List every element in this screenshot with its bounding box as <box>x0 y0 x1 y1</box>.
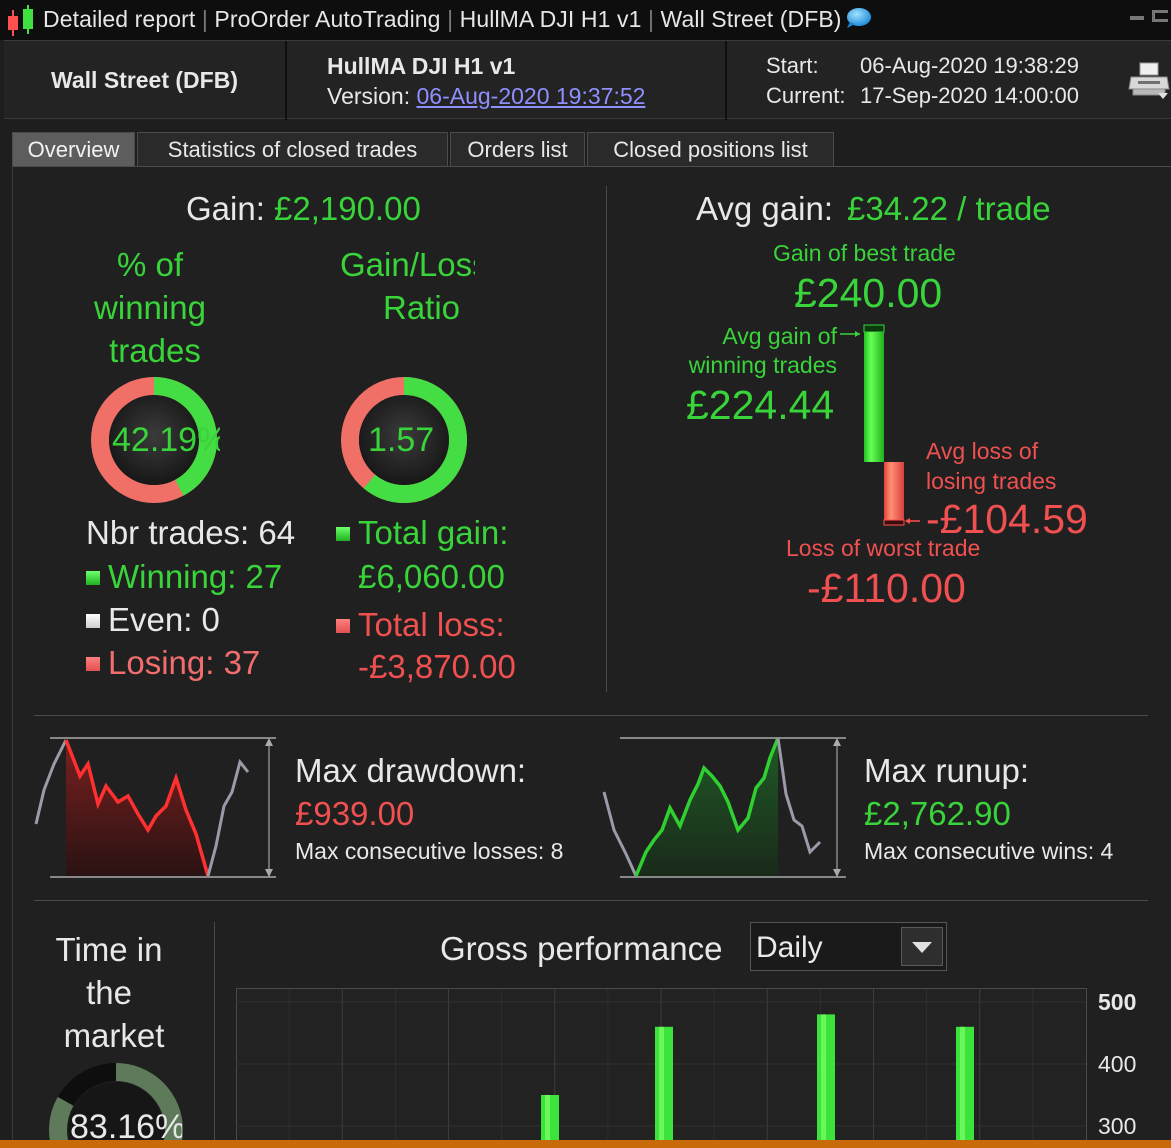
max-runup-label: Max runup: <box>864 752 1030 789</box>
legend-even-swatch <box>86 614 100 628</box>
speech-bubble-icon[interactable] <box>844 7 872 29</box>
max-consecutive-wins: Max consecutive wins: 4 <box>864 838 1114 864</box>
start-label: Start: <box>766 53 819 78</box>
tab-statistics-closed-trades[interactable]: Statistics of closed trades <box>137 132 448 166</box>
maximize-button[interactable] <box>1152 10 1168 22</box>
runup-sparkline <box>602 737 846 878</box>
version-link[interactable]: 06-Aug-2020 19:37:52 <box>417 83 646 109</box>
current-value: 17-Sep-2020 14:00:00 <box>860 83 1079 108</box>
market-name: Wall Street (DFB) <box>51 67 238 93</box>
best-trade-value: £240.00 <box>794 270 943 316</box>
total-loss-value: -£3,870.00 <box>358 648 516 685</box>
total-gain-label: Total gain: <box>336 514 508 552</box>
overview-divider <box>606 186 607 692</box>
avg-trade-bars <box>840 324 920 526</box>
winning-count: Winning: 27 <box>86 558 282 596</box>
header-divider <box>725 41 727 120</box>
total-gain-swatch <box>336 527 350 541</box>
ratio-value: 1.57 <box>368 421 435 459</box>
title-bar: Detailed report | ProOrder AutoTrading |… <box>0 0 1171 40</box>
nbr-trades: Nbr trades: 64 <box>86 514 296 551</box>
time-divider <box>214 922 215 1148</box>
title-part-app: ProOrder AutoTrading <box>214 6 441 32</box>
time-in-market-label: Time in the market <box>55 931 165 1054</box>
title-part-report: Detailed report <box>43 6 196 32</box>
chart-bar-highlight <box>960 1026 965 1148</box>
tab-closed-positions-list[interactable]: Closed positions list <box>587 132 834 166</box>
total-loss-label: Total loss: <box>336 606 505 644</box>
tab-orders-list[interactable]: Orders list <box>450 132 585 166</box>
gain-value: £2,190.00 <box>274 190 421 227</box>
report-header: Wall Street (DFB) HullMA DJI H1 v1 Versi… <box>4 40 1171 120</box>
worst-trade-value: -£110.00 <box>807 565 966 611</box>
worst-trade-marker <box>883 519 905 526</box>
avg-win-label: Avg gain of winning trades <box>688 323 837 378</box>
gross-performance-chart: 500 400 300 <box>236 988 1136 1148</box>
pct-winning-value: 42.19% <box>112 421 220 459</box>
drawdown-sparkline <box>34 737 276 878</box>
worst-trade-label: Loss of worst trade <box>786 535 981 561</box>
pct-winning-label: % of winning trades <box>94 246 206 369</box>
avg-win-bar <box>864 332 884 462</box>
y-tick-label: 400 <box>1098 1051 1136 1077</box>
window-bottom-border <box>0 1140 1171 1148</box>
title-part-market: Wall Street (DFB) <box>660 6 842 32</box>
max-runup-value: £2,762.90 <box>864 795 1011 832</box>
current-row: Current: 17-Sep-2020 14:00:00 <box>766 83 1079 109</box>
gross-performance-title: Gross performance <box>440 930 723 967</box>
section-divider <box>34 715 1148 716</box>
period-dropdown[interactable]: Daily <box>750 922 947 971</box>
gain-label: Gain: <box>186 190 265 227</box>
header-divider <box>285 41 287 120</box>
start-value: 06-Aug-2020 19:38:29 <box>860 53 1079 78</box>
period-selected-value: Daily <box>756 931 823 964</box>
legend-winning-swatch <box>86 571 100 585</box>
legend-losing-swatch <box>86 657 100 671</box>
start-row: Start: 06-Aug-2020 19:38:29 <box>766 53 1079 79</box>
total-gain-value: £6,060.00 <box>358 558 505 595</box>
section-divider <box>34 900 1148 901</box>
avg-gain-value: £34.22 / trade <box>847 190 1051 227</box>
best-trade-label: Gain of best trade <box>773 240 956 266</box>
tab-overview[interactable]: Overview <box>12 132 135 166</box>
ratio-label: Gain/Loss Ratio <box>340 246 475 326</box>
version-row: Version: 06-Aug-2020 19:37:52 <box>327 83 645 110</box>
candlestick-icon <box>8 5 33 36</box>
title-part-strategy: HullMA DJI H1 v1 <box>459 6 642 32</box>
chart-bar-highlight <box>659 1026 664 1148</box>
avg-gain-label: Avg gain: <box>696 190 833 227</box>
y-tick-label: 500 <box>1098 989 1136 1015</box>
current-label: Current: <box>766 83 846 108</box>
avg-loss-bar <box>884 462 904 522</box>
window-title: Detailed report | ProOrder AutoTrading |… <box>43 6 872 33</box>
max-consecutive-losses: Max consecutive losses: 8 <box>295 838 564 864</box>
chart-bar-highlight <box>821 1014 826 1148</box>
max-drawdown-value: £939.00 <box>295 795 415 832</box>
version-label: Version: <box>327 83 411 109</box>
total-loss-swatch <box>336 619 350 633</box>
y-tick-label: 300 <box>1098 1113 1136 1139</box>
avg-loss-label: Avg loss of losing trades <box>926 438 1057 494</box>
chevron-down-icon <box>912 942 932 953</box>
strategy-name: HullMA DJI H1 v1 <box>327 53 516 79</box>
even-count: Even: 0 <box>86 601 220 639</box>
dropdown-button[interactable] <box>901 927 943 966</box>
printer-icon[interactable] <box>1128 59 1170 101</box>
minimize-button[interactable] <box>1130 16 1144 20</box>
max-drawdown-label: Max drawdown: <box>295 752 527 789</box>
avg-win-value: £224.44 <box>686 382 835 428</box>
best-trade-marker <box>863 324 885 333</box>
losing-count: Losing: 37 <box>86 644 260 682</box>
